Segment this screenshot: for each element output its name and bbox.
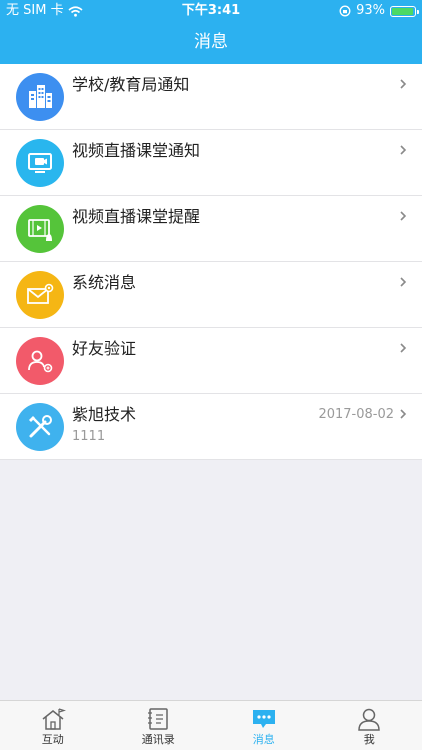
row-title: 学校/教育局通知 — [72, 75, 190, 94]
message-list: 学校/教育局通知 视频直播课堂通知 视频直播课堂提醒 系统消息 好友验证 紫旭技… — [0, 64, 422, 460]
chevron-right-icon — [400, 79, 407, 89]
navigation-header: 无 SIM 卡 下午3:41 93% 消息 — [0, 0, 422, 64]
tab-label: 消息 — [252, 733, 275, 746]
tab-interaction[interactable]: 互动 — [0, 701, 106, 750]
envelope-gear-icon — [16, 271, 64, 319]
rotation-lock-icon — [339, 5, 351, 17]
chevron-right-icon — [400, 211, 407, 221]
row-title: 视频直播课堂通知 — [72, 141, 201, 160]
building-icon — [16, 73, 64, 121]
tab-me[interactable]: 我 — [317, 701, 422, 750]
message-row-school-notice[interactable]: 学校/教育局通知 — [0, 64, 422, 130]
message-row-video-notice[interactable]: 视频直播课堂通知 — [0, 130, 422, 196]
row-title: 紫旭技术 — [72, 405, 137, 424]
tab-label: 互动 — [41, 733, 64, 746]
tab-messages[interactable]: 消息 — [211, 701, 317, 750]
message-row-video-reminder[interactable]: 视频直播课堂提醒 — [0, 196, 422, 262]
row-date: 2017-08-02 — [318, 407, 394, 422]
chevron-right-icon — [400, 277, 407, 287]
message-row-system[interactable]: 系统消息 — [0, 262, 422, 328]
film-bell-icon — [16, 205, 64, 253]
tab-bar: 互动 通讯录 消息 我 — [0, 700, 422, 750]
tab-contacts[interactable]: 通讯录 — [106, 701, 212, 750]
battery-icon — [390, 5, 419, 17]
row-title: 系统消息 — [72, 273, 137, 292]
chat-bubble-icon — [252, 710, 275, 728]
battery-percent: 93% — [356, 3, 385, 18]
row-title: 视频直播课堂提醒 — [72, 207, 201, 226]
video-screen-icon — [16, 139, 64, 187]
chevron-right-icon — [400, 409, 407, 419]
tools-icon — [16, 403, 64, 451]
contacts-book-icon — [148, 708, 168, 730]
chevron-right-icon — [400, 145, 407, 155]
user-verify-icon — [16, 337, 64, 385]
page-title: 消息 — [194, 32, 228, 52]
tab-label: 通讯录 — [141, 733, 175, 746]
home-flag-icon — [42, 708, 66, 730]
tab-label: 我 — [363, 733, 375, 746]
person-icon — [358, 708, 381, 731]
row-subtitle: 1111 — [72, 429, 106, 444]
chevron-right-icon — [400, 343, 407, 353]
status-bar: 无 SIM 卡 下午3:41 93% — [0, 0, 422, 22]
row-title: 好友验证 — [72, 339, 137, 358]
message-row-friend-verify[interactable]: 好友验证 — [0, 328, 422, 394]
message-row-chat[interactable]: 紫旭技术 1111 2017-08-02 — [0, 394, 422, 460]
